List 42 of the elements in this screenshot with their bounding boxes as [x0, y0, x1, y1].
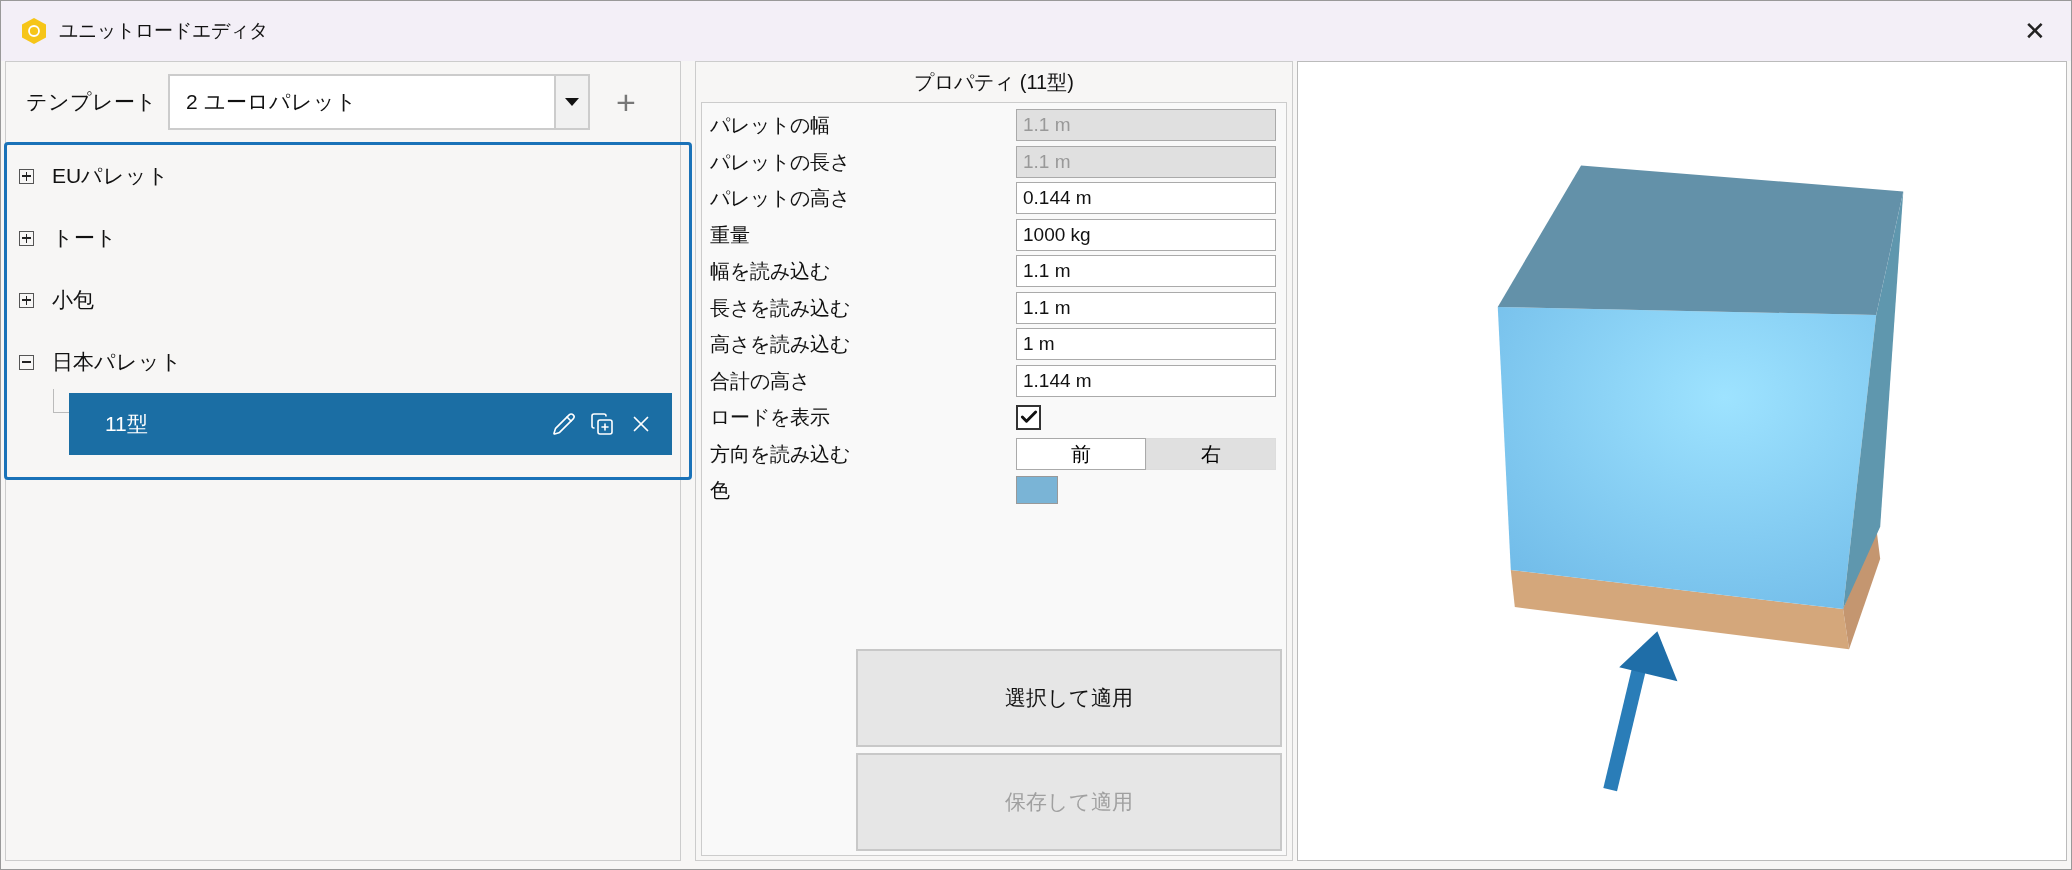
segment-tab[interactable]: 右: [1146, 437, 1276, 470]
edit-icon[interactable]: [552, 412, 576, 436]
property-label: パレットの幅: [710, 113, 831, 139]
property-label: ロードを表示: [710, 405, 831, 431]
tree-item[interactable]: トート: [52, 222, 117, 254]
property-label: 幅を読み込む: [710, 259, 831, 285]
template-dropdown[interactable]: 2 ユーロパレット: [168, 74, 590, 130]
value-field[interactable]: 1000 kg: [1016, 218, 1276, 251]
value-field[interactable]: 0.144 m: [1016, 182, 1276, 215]
window-title: ユニットロードエディタ: [59, 18, 269, 43]
app-logo-icon: [21, 17, 47, 45]
apply-button[interactable]: 選択して適用: [856, 649, 1282, 747]
property-label: パレットの長さ: [710, 149, 851, 175]
direction-arrow-icon: [1603, 631, 1678, 792]
value-field[interactable]: 1.1 m: [1016, 255, 1276, 288]
expand-toggle[interactable]: [19, 168, 34, 184]
color-swatch[interactable]: [1016, 476, 1058, 505]
duplicate-icon[interactable]: [590, 412, 614, 436]
expand-toggle[interactable]: [19, 292, 34, 308]
expand-toggle[interactable]: [19, 230, 34, 246]
tree-item[interactable]: 小包: [52, 284, 94, 316]
property-label: パレットの高さ: [710, 186, 851, 212]
property-label: 長さを読み込む: [710, 295, 851, 321]
checkbox[interactable]: [1016, 404, 1041, 430]
properties-title: プロパティ (11型): [913, 70, 1075, 95]
value-field[interactable]: 1.1 m: [1016, 291, 1276, 324]
property-label: 合計の高さ: [710, 368, 811, 394]
segment-tab[interactable]: 前: [1016, 437, 1146, 470]
property-label: 重量: [710, 222, 751, 248]
property-label: 方向を読み込む: [710, 441, 851, 467]
tree-item[interactable]: 日本パレット: [52, 346, 182, 378]
collapse-toggle[interactable]: [19, 354, 34, 370]
template-label: テンプレート: [26, 89, 158, 116]
value-field[interactable]: 1 m: [1016, 328, 1276, 361]
dropdown-arrow-icon: [565, 98, 579, 106]
tree-item[interactable]: EUパレット: [52, 160, 170, 192]
property-label: 高さを読み込む: [710, 332, 851, 358]
tree-item[interactable]: 11型: [69, 393, 672, 455]
close-button[interactable]: ✕: [2015, 11, 2055, 51]
add-button[interactable]: +: [616, 85, 636, 119]
value-field[interactable]: 1.144 m: [1016, 364, 1276, 397]
property-label: 色: [710, 478, 731, 504]
